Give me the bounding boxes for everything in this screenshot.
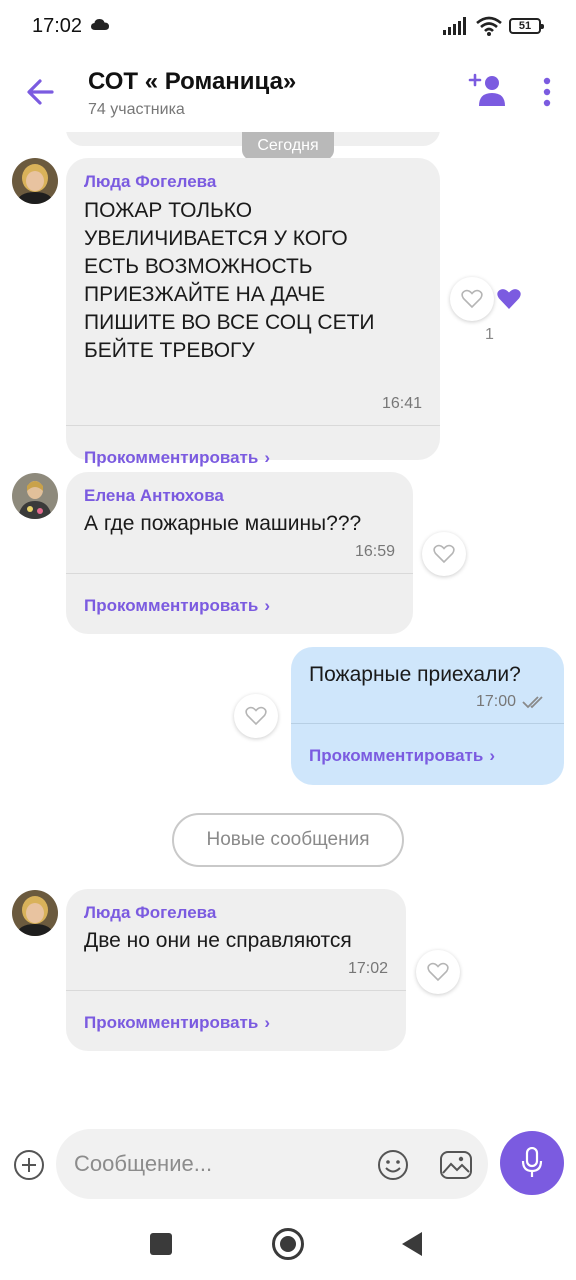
message-text: Две но они не справляются xyxy=(84,929,352,952)
status-time: 17:02 xyxy=(32,15,83,37)
plus-circle-icon xyxy=(14,1150,44,1180)
chevron-right-icon: › xyxy=(489,746,495,765)
message-time: 17:02 xyxy=(347,960,388,977)
message-text: Пожарные приехали? xyxy=(309,663,521,686)
chevron-right-icon: › xyxy=(264,596,270,615)
wifi-icon xyxy=(476,16,502,36)
message-list[interactable]: Сегодня Люда Фогелева ПОЖАР ТОЛЬКО УВЕЛИ… xyxy=(0,132,576,1118)
chevron-right-icon: › xyxy=(264,1013,270,1032)
message-input[interactable] xyxy=(56,1129,488,1199)
more-vertical-icon xyxy=(543,77,551,107)
sender-name[interactable]: Люда Фогелева xyxy=(84,172,216,192)
battery-indicator: 51 xyxy=(509,18,544,34)
status-bar: 17:02 51 xyxy=(0,0,576,56)
voice-message-button[interactable] xyxy=(500,1131,564,1195)
system-back-button[interactable] xyxy=(402,1232,422,1256)
divider xyxy=(291,723,564,724)
avatar[interactable] xyxy=(12,158,58,204)
new-messages-indicator[interactable]: Новые сообщения xyxy=(172,813,404,867)
divider xyxy=(66,573,413,574)
chat-header: СОТ « Романица» 74 участника xyxy=(0,56,576,132)
heart-icon xyxy=(433,544,455,564)
double-check-icon xyxy=(522,696,543,709)
heart-icon xyxy=(461,289,483,309)
like-button[interactable] xyxy=(422,532,466,576)
heart-filled-icon xyxy=(497,289,521,310)
add-member-button[interactable] xyxy=(468,72,508,112)
back-button[interactable] xyxy=(22,74,62,110)
message-composer xyxy=(0,1118,576,1210)
chat-subtitle[interactable]: 74 участника xyxy=(88,101,185,119)
avatar[interactable] xyxy=(12,473,58,519)
sticker-button[interactable] xyxy=(438,1148,474,1182)
attach-button[interactable] xyxy=(12,1148,46,1182)
divider xyxy=(66,990,406,991)
sender-name[interactable]: Люда Фогелева xyxy=(84,903,216,923)
comment-link[interactable]: Прокомментировать › xyxy=(309,746,495,766)
add-member-icon xyxy=(468,73,505,106)
emoji-button[interactable] xyxy=(376,1148,410,1182)
sender-name[interactable]: Елена Антюхова xyxy=(84,486,224,506)
comment-link[interactable]: Прокомментировать › xyxy=(84,448,270,468)
divider xyxy=(66,425,440,426)
message-time: 16:59 xyxy=(354,543,395,560)
chevron-right-icon: › xyxy=(264,448,270,467)
message-time: 17:00 xyxy=(475,693,516,710)
back-arrow-icon xyxy=(27,79,54,105)
message-bubble[interactable]: Елена Антюхова А где пожарные машины??? … xyxy=(66,472,413,634)
comment-link[interactable]: Прокомментировать › xyxy=(84,1013,270,1033)
sticker-icon xyxy=(440,1151,472,1179)
heart-icon xyxy=(245,706,267,726)
cloud-icon xyxy=(91,19,109,30)
avatar[interactable] xyxy=(12,890,58,936)
like-button[interactable] xyxy=(416,950,460,994)
comment-link[interactable]: Прокомментировать › xyxy=(84,596,270,616)
message-bubble[interactable]: Люда Фогелева Две но они не справляются … xyxy=(66,889,406,1051)
system-nav-bar xyxy=(0,1210,576,1280)
like-button[interactable] xyxy=(450,277,494,321)
message-text: ПОЖАР ТОЛЬКО УВЕЛИЧИВАЕТСЯ У КОГО ЕСТЬ В… xyxy=(84,199,375,362)
outgoing-message-bubble[interactable]: Пожарные приехали? 17:00 Прокомментирова… xyxy=(291,647,564,785)
recents-button[interactable] xyxy=(150,1233,172,1255)
home-button[interactable] xyxy=(272,1228,304,1260)
like-button[interactable] xyxy=(234,694,278,738)
signal-icon xyxy=(443,17,466,35)
emoji-icon xyxy=(378,1150,408,1180)
more-options-button[interactable] xyxy=(532,74,562,110)
heart-icon xyxy=(427,962,449,982)
like-count: 1 xyxy=(485,326,494,343)
message-text: А где пожарные машины??? xyxy=(84,512,362,535)
date-separator: Сегодня xyxy=(242,132,334,160)
microphone-icon xyxy=(521,1147,543,1177)
message-bubble[interactable]: Люда Фогелева ПОЖАР ТОЛЬКО УВЕЛИЧИВАЕТСЯ… xyxy=(66,158,440,467)
message-time: 16:41 xyxy=(381,395,422,412)
chat-title[interactable]: СОТ « Романица» xyxy=(88,68,296,96)
